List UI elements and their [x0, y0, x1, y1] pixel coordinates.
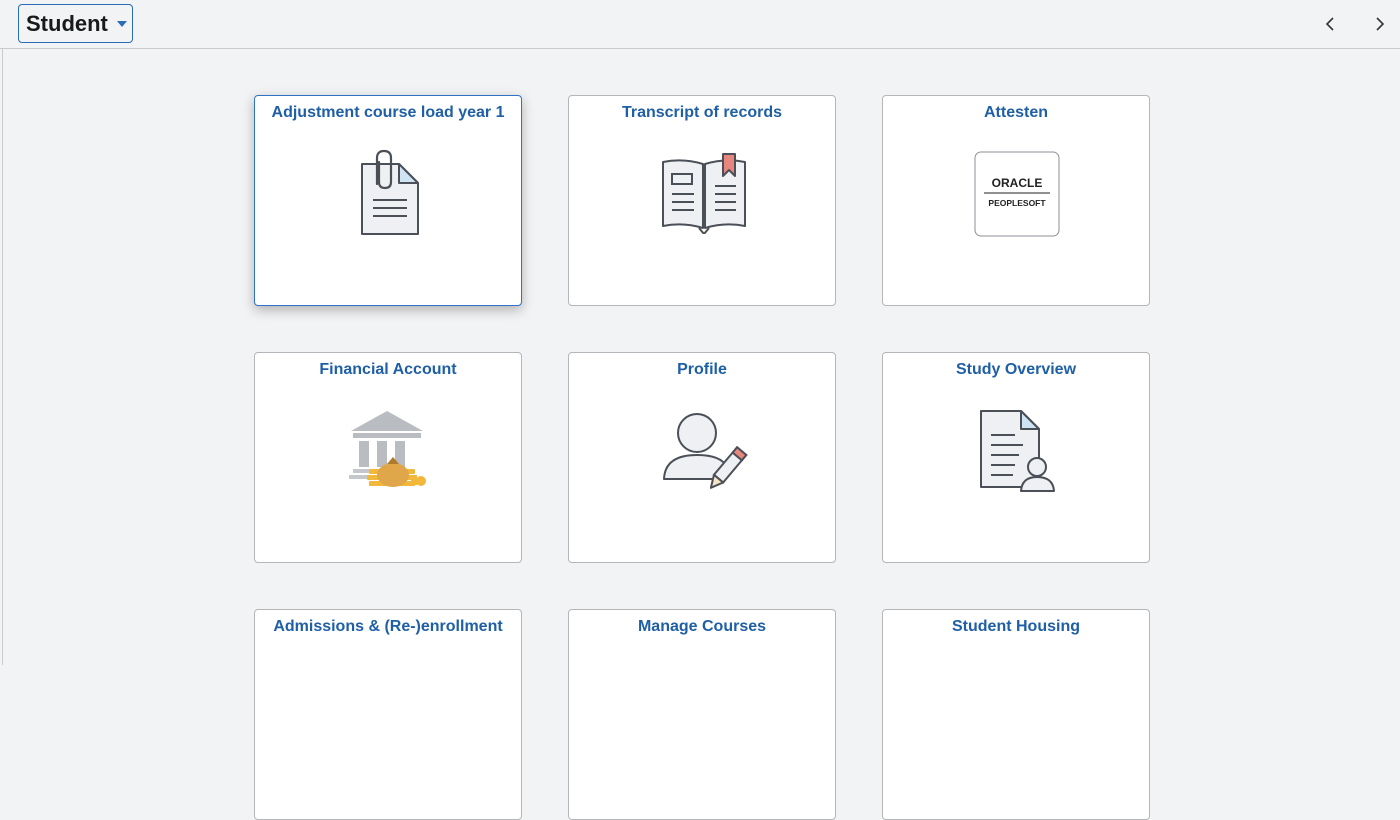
- bank-money-icon: [349, 411, 426, 487]
- svg-text:PEOPLESOFT: PEOPLESOFT: [988, 198, 1046, 208]
- tile-title: Manage Courses: [637, 618, 767, 635]
- tile-title: Transcript of records: [621, 104, 783, 121]
- top-bar: Student: [0, 0, 1400, 49]
- tile-title: Admissions & (Re-)enrollment: [273, 618, 503, 635]
- tile-title: Study Overview: [955, 361, 1077, 378]
- document-user-icon: [980, 410, 1055, 492]
- tile-financial-account[interactable]: Financial Account: [254, 352, 522, 563]
- homepage-selector-label: Student: [26, 10, 108, 36]
- chevron-left-icon[interactable]: [1320, 14, 1340, 34]
- svg-text:ORACLE: ORACLE: [992, 176, 1043, 190]
- tile-title: Student Housing: [952, 618, 1080, 635]
- paperclip-document-icon: [361, 149, 419, 235]
- homepage-selector[interactable]: Student: [18, 4, 133, 43]
- tile-title: Attesten: [983, 104, 1048, 121]
- chevron-down-icon: [116, 20, 127, 27]
- homepage-content: Adjustment course load year 1 Transcript…: [2, 49, 1400, 820]
- oracle-peoplesoft-logo: ORACLE PEOPLESOFT: [974, 151, 1060, 237]
- chevron-right-icon[interactable]: [1370, 14, 1390, 34]
- tile-profile[interactable]: Profile: [568, 352, 836, 563]
- tile-title: Profile: [677, 361, 727, 378]
- tile-manage-courses[interactable]: Manage Courses: [568, 609, 836, 820]
- tile-transcript-of-records[interactable]: Transcript of records: [568, 95, 836, 306]
- tile-adjustment-course-load[interactable]: Adjustment course load year 1: [254, 95, 522, 306]
- user-edit-icon: [663, 413, 748, 489]
- tile-student-housing[interactable]: Student Housing: [882, 609, 1150, 820]
- tile-study-overview[interactable]: Study Overview: [882, 352, 1150, 563]
- open-book-icon: [662, 153, 746, 234]
- tile-title: Financial Account: [319, 361, 457, 378]
- tile-admissions-enrollment[interactable]: Admissions & (Re-)enrollment: [254, 609, 522, 820]
- tile-attesten[interactable]: Attesten ORACLE PEOPLESOFT: [882, 95, 1150, 306]
- tile-title: Adjustment course load year 1: [271, 104, 505, 121]
